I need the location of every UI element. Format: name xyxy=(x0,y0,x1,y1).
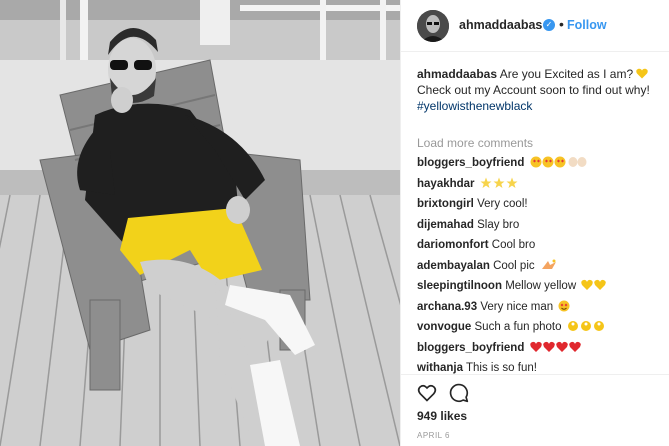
likes-count[interactable]: 949 likes xyxy=(417,409,467,423)
comment-item: vonvogue Such a fun photo xyxy=(417,319,667,340)
comment-item: hayakhdar xyxy=(417,176,667,197)
comment-text: Such a fun photo xyxy=(474,321,562,333)
comment-username[interactable]: sleepingtilnoon xyxy=(417,280,502,292)
post-actions: 949 likes APRIL 6 xyxy=(401,374,669,446)
caption-username[interactable]: ahmaddaabas xyxy=(417,67,497,81)
yellow-heart-icon xyxy=(636,68,649,79)
post-photo xyxy=(0,0,400,446)
comment-text: This is so fun! xyxy=(466,362,537,374)
comment-username[interactable]: withanja xyxy=(417,362,463,374)
comment-text: Mellow yellow xyxy=(505,280,577,292)
comment-item: adembayalan Cool pic xyxy=(417,258,667,279)
comment-username[interactable]: archana.93 xyxy=(417,301,477,313)
comment-text: Cool pic xyxy=(493,259,535,272)
comment-item: sleepingtilnoon Mellow yellow xyxy=(417,278,667,299)
follow-button[interactable]: Follow xyxy=(567,18,607,32)
stars-emoji-icon xyxy=(480,177,518,194)
comment-text: Very cool! xyxy=(477,198,528,210)
header-username[interactable]: ahmaddaabas xyxy=(459,18,542,32)
comment-username[interactable]: bloggers_boyfriend xyxy=(417,157,524,169)
post-header: ahmaddaabas ✓ • Follow xyxy=(401,0,669,52)
like-heart-icon[interactable] xyxy=(417,383,437,403)
yellow-hearts-emoji-icon xyxy=(581,279,607,296)
comment-username[interactable]: bloggers_boyfriend xyxy=(417,342,524,354)
comments-list: bloggers_boyfriend hayakhdar brixtongirl… xyxy=(417,155,667,381)
post-date: APRIL 6 xyxy=(417,431,450,440)
separator-dot: • xyxy=(559,16,564,32)
comment-username[interactable]: brixtongirl xyxy=(417,198,474,210)
comment-text: Cool bro xyxy=(491,239,536,251)
comment-bubble-icon[interactable] xyxy=(449,383,469,403)
sparkle-emoji-icon xyxy=(540,259,558,276)
comment-item: dijemahad Slay bro xyxy=(417,217,667,238)
verified-badge-icon: ✓ xyxy=(543,19,555,31)
comment-username[interactable]: vonvogue xyxy=(417,321,471,333)
post-side-panel: ahmaddaabas ✓ • Follow ahmaddaabas Are y… xyxy=(400,0,669,446)
comment-item: brixtongirl Very cool! xyxy=(417,196,667,217)
heart-eyes-emoji-icon xyxy=(558,300,570,317)
comment-item: bloggers_boyfriend xyxy=(417,155,667,176)
post-caption: ahmaddaabas Are you Excited as I am? Che… xyxy=(417,66,663,114)
red-hearts-emoji-icon xyxy=(529,341,582,358)
comment-item: archana.93 Very nice man xyxy=(417,299,667,320)
comment-item: bloggers_boyfriend xyxy=(417,340,667,361)
comment-username[interactable]: adembayalan xyxy=(417,260,490,272)
load-more-comments-link[interactable]: Load more comments xyxy=(417,136,533,150)
caption-text-end: Check out my Account soon to find out wh… xyxy=(417,83,650,97)
ok-hands-emoji-icon xyxy=(567,320,605,337)
caption-text-start: Are you Excited as I am? xyxy=(499,67,634,81)
post-photo-image xyxy=(0,0,400,446)
heart-eyes-emoji-icon xyxy=(530,156,588,173)
comment-username[interactable]: dariomonfort xyxy=(417,239,489,251)
comment-text: Very nice man xyxy=(480,300,554,313)
avatar[interactable] xyxy=(417,10,449,42)
caption-hashtag[interactable]: #yellowisthenewblack xyxy=(417,99,532,113)
comment-item: dariomonfort Cool bro xyxy=(417,237,667,258)
avatar-image xyxy=(417,10,449,42)
comment-username[interactable]: dijemahad xyxy=(417,219,474,231)
comment-text: Slay bro xyxy=(477,218,520,231)
comment-username[interactable]: hayakhdar xyxy=(417,178,475,190)
